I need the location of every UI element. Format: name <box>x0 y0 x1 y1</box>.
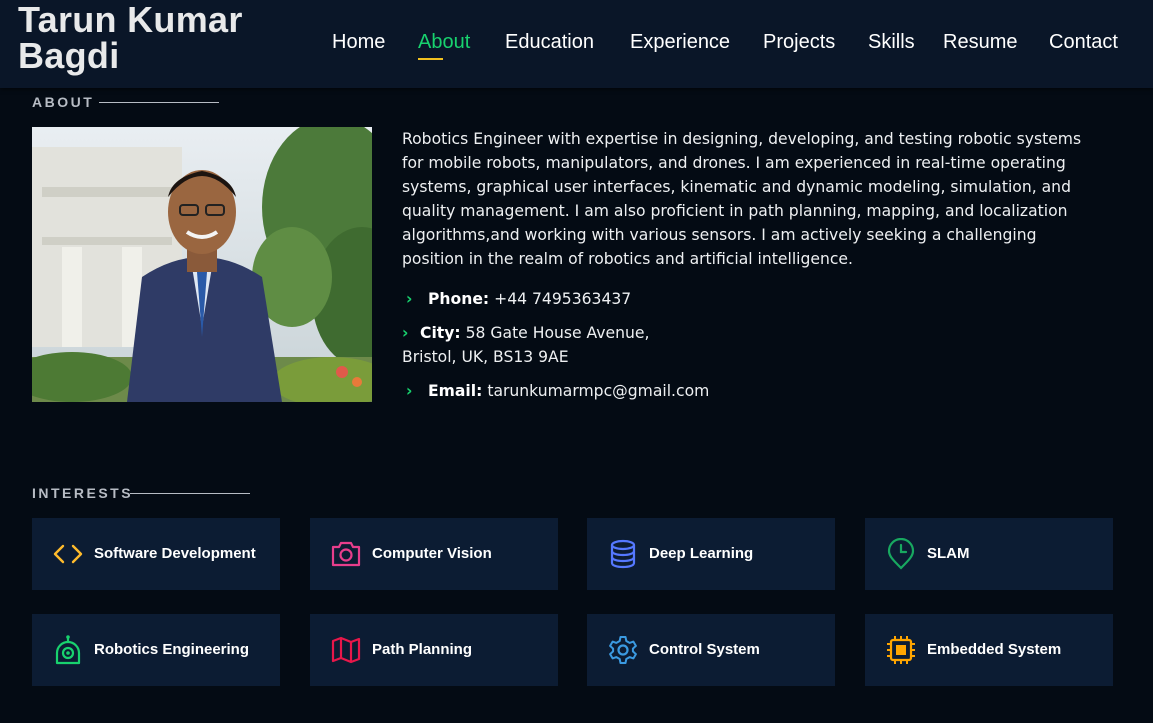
interest-card-path-planning: Path Planning <box>310 614 558 686</box>
robot-icon <box>52 634 84 666</box>
gear-icon <box>607 634 639 666</box>
interest-card-computer-vision: Computer Vision <box>310 518 558 590</box>
interest-label: Embedded System <box>927 641 1062 658</box>
interest-label: Path Planning <box>372 641 473 658</box>
info-email: › Email: tarunkumarmpc@gmail.com <box>402 379 709 403</box>
database-icon <box>607 538 639 570</box>
city-value-line-1: 58 Gate House Avenue, <box>465 324 650 342</box>
interests-section-title: INTERESTS <box>32 485 134 501</box>
nav-active-underline <box>418 58 443 60</box>
map-icon <box>330 634 362 666</box>
phone-value: +44 7495363437 <box>494 290 632 308</box>
interest-card-software-development: Software Development <box>32 518 280 590</box>
chip-icon <box>885 634 917 666</box>
info-city: › City: 58 Gate House Avenue, Bristol, UK… <box>402 321 649 369</box>
nav-home[interactable]: Home <box>332 31 385 54</box>
about-paragraph: Robotics Engineer with expertise in desi… <box>402 130 1082 268</box>
interest-card-deep-learning: Deep Learning <box>587 518 835 590</box>
email-value[interactable]: tarunkumarmpc@gmail.com <box>487 382 709 400</box>
city-label: City: <box>420 324 461 342</box>
chevron-right-icon: › <box>406 382 413 400</box>
nav-projects[interactable]: Projects <box>763 31 835 54</box>
profile-photo <box>32 127 372 402</box>
interest-card-robotics-engineering: Robotics Engineering <box>32 614 280 686</box>
interest-card-embedded-system: Embedded System <box>865 614 1113 686</box>
camera-icon <box>330 538 362 570</box>
nav-contact[interactable]: Contact <box>1049 31 1118 54</box>
main-nav: Home About Education Experience Projects… <box>0 31 1153 61</box>
interest-label: Computer Vision <box>372 545 492 562</box>
site-header: Tarun Kumar Bagdi Home About Education E… <box>0 0 1153 88</box>
email-label: Email: <box>428 382 483 400</box>
chevron-right-icon: › <box>406 290 413 308</box>
nav-education[interactable]: Education <box>505 31 594 54</box>
code-icon <box>52 538 84 570</box>
nav-skills[interactable]: Skills <box>868 31 915 54</box>
interest-card-control-system: Control System <box>587 614 835 686</box>
interest-label: SLAM <box>927 545 970 562</box>
chevron-right-icon: › <box>402 324 409 342</box>
interests-title-line <box>130 493 250 494</box>
interest-label: Deep Learning <box>649 545 754 562</box>
interest-label: Software Development <box>94 545 256 562</box>
about-section-title: ABOUT <box>32 94 95 110</box>
nav-experience[interactable]: Experience <box>630 31 730 54</box>
info-phone: › Phone: +44 7495363437 <box>402 287 631 311</box>
interest-card-slam: SLAM <box>865 518 1113 590</box>
nav-about[interactable]: About <box>418 31 470 54</box>
interest-label: Control System <box>649 641 760 658</box>
clock-pin-icon <box>885 537 917 570</box>
about-title-line <box>99 102 219 103</box>
interest-label: Robotics Engineering <box>94 641 250 658</box>
phone-label: Phone: <box>428 290 490 308</box>
nav-resume[interactable]: Resume <box>943 31 1017 54</box>
city-value-line-2: Bristol, UK, BS13 9AE <box>402 348 569 366</box>
